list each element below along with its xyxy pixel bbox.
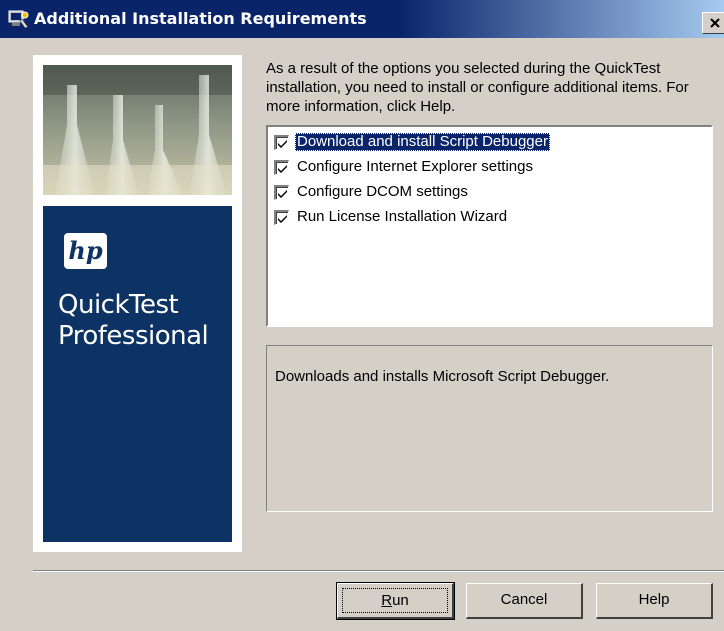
list-item-label: Configure DCOM settings xyxy=(297,183,468,200)
title-bar[interactable]: Additional Installation Requirements xyxy=(0,0,724,38)
dialog-window: Additional Installation Requirements hp … xyxy=(0,0,724,631)
checkbox[interactable] xyxy=(274,185,289,200)
checkmark-icon xyxy=(278,215,287,223)
run-button-label: un xyxy=(392,592,409,609)
help-button-label: Help xyxy=(638,591,670,608)
list-item-label: Configure Internet Explorer settings xyxy=(297,158,533,175)
checkbox[interactable] xyxy=(274,210,289,225)
close-icon xyxy=(710,18,720,28)
checkmark-icon xyxy=(278,190,287,198)
checkmark-icon xyxy=(278,140,287,148)
focus-rect: Run xyxy=(342,588,448,613)
window-title: Additional Installation Requirements xyxy=(34,9,367,28)
list-item-label: Download and install Script Debugger xyxy=(295,133,550,151)
list-item-label: Run License Installation Wizard xyxy=(297,208,508,225)
intro-text: As a result of the options you selected … xyxy=(266,60,689,115)
product-brand-area: hp QuickTest Professional xyxy=(43,206,232,542)
run-button[interactable]: Run xyxy=(336,582,455,620)
cancel-button-label: Cancel xyxy=(500,591,548,608)
svg-text:hp: hp xyxy=(68,236,102,265)
description-panel: Downloads and installs Microsoft Script … xyxy=(266,345,713,512)
checkmark-icon xyxy=(278,165,287,173)
checkbox[interactable] xyxy=(274,160,289,175)
help-button[interactable]: Help xyxy=(596,583,713,619)
product-name: QuickTest Professional xyxy=(58,290,209,351)
requirements-list[interactable]: Download and install Script Debugger Con… xyxy=(266,125,713,327)
separator xyxy=(33,570,724,572)
mnemonic-letter: R xyxy=(381,592,393,609)
close-button[interactable] xyxy=(702,12,724,34)
cancel-button[interactable]: Cancel xyxy=(466,583,583,619)
description-text: Downloads and installs Microsoft Script … xyxy=(275,368,610,385)
brand-panel: hp QuickTest Professional xyxy=(33,55,242,552)
checkbox[interactable] xyxy=(274,135,289,150)
hp-logo-icon: hp xyxy=(64,233,107,269)
installer-icon xyxy=(8,10,29,29)
lab-glassware-image xyxy=(43,65,232,195)
